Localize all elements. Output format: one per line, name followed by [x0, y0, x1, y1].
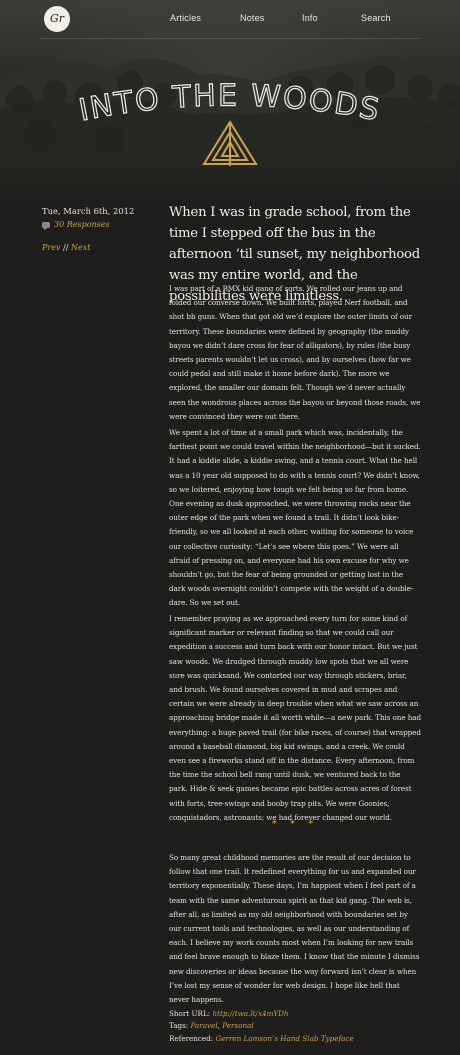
referenced-row: Referenced: Gerren Lamson’s Hand Slab Ty…: [169, 1033, 421, 1045]
comment-bubble-icon: [42, 221, 50, 230]
prev-link[interactable]: Prev: [42, 243, 60, 252]
short-url-row: Short URL: http://twa.lt/x4mYDh: [169, 1008, 421, 1020]
pagination-separator: //: [63, 243, 69, 252]
article-paragraph-2: We spent a lot of time at a small park w…: [169, 428, 421, 608]
tags-label: Tags:: [169, 1021, 189, 1031]
nav-notes[interactable]: Notes: [240, 13, 265, 23]
referenced-label: Referenced:: [169, 1033, 214, 1043]
triangle-emblem-icon: [202, 120, 258, 166]
nav-divider: [40, 38, 420, 39]
post-footer-meta: Short URL: http://twa.lt/x4mYDh Tags: Pa…: [169, 1008, 421, 1045]
short-url-label: Short URL:: [169, 1009, 211, 1018]
nav-articles[interactable]: Articles: [170, 13, 201, 23]
post-meta: Tue, March 6th, 2012 30 Responses Prev /…: [42, 206, 134, 252]
nav-search[interactable]: Search: [361, 13, 391, 23]
post-pagination: Prev // Next: [42, 243, 134, 252]
article-paragraph-3: I remember praying as we approached ever…: [169, 614, 421, 822]
referenced-link[interactable]: Gerren Lamson’s Hand Slab Typeface: [216, 1034, 354, 1043]
article-paragraph-1: I was part of a BMX kid gang of sorts. W…: [169, 284, 421, 421]
post-date: Tue, March 6th, 2012: [42, 206, 135, 216]
responses-link[interactable]: 30 Responses: [42, 220, 134, 230]
tag-link-personal[interactable]: Personal: [222, 1021, 253, 1030]
responses-label[interactable]: 30 Responses: [54, 220, 110, 229]
section-divider: * * *: [271, 819, 319, 830]
article-paragraph-4: So many great childhood memories are the…: [169, 853, 420, 1005]
site-logo[interactable]: Gr: [44, 6, 70, 32]
short-url-link[interactable]: http://twa.lt/x4mYDh: [212, 1009, 288, 1018]
nav-info[interactable]: Info: [302, 13, 318, 23]
tag-link-paravel[interactable]: Paravel: [191, 1021, 218, 1030]
next-link[interactable]: Next: [71, 243, 90, 252]
tags-row: Tags: Paravel, Personal: [169, 1020, 421, 1032]
